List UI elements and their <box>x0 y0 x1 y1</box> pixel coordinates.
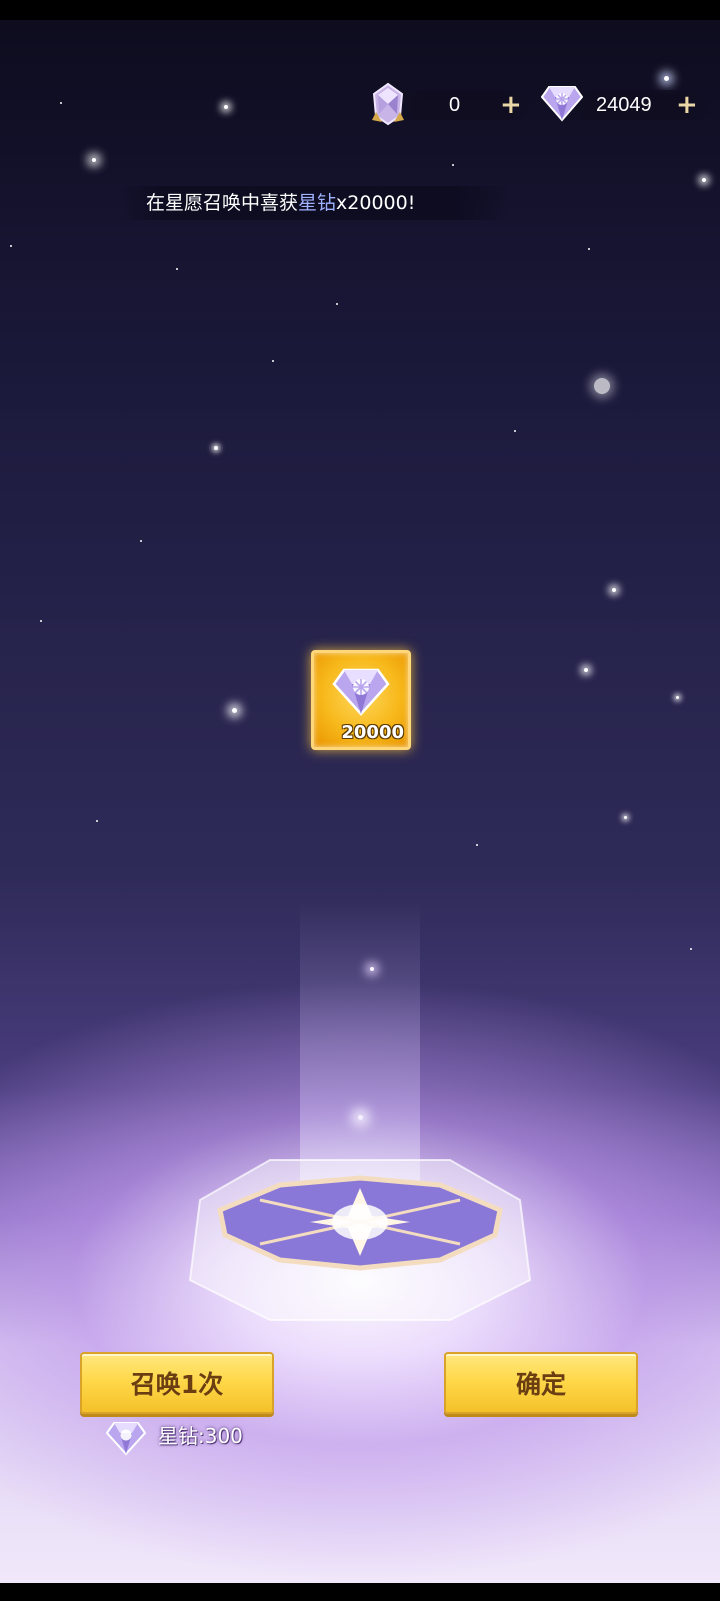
notice-suffix: x20000! <box>336 192 416 214</box>
summon-once-button[interactable]: 召唤1次 <box>80 1352 274 1414</box>
reward-notice-text: 在星愿召唤中喜获星钻x20000! <box>146 191 415 215</box>
star-diamond-icon <box>332 667 390 717</box>
reward-count: 20000 <box>341 722 404 743</box>
star-decoration <box>336 303 338 305</box>
crystal-count: 0 <box>449 94 461 116</box>
status-bar <box>0 0 720 20</box>
add-diamond-button[interactable]: + <box>676 92 698 118</box>
star-decoration <box>514 430 516 432</box>
star-decoration <box>690 948 692 950</box>
star-decoration <box>60 102 62 104</box>
star-decoration <box>584 668 588 672</box>
summon-result-screen: 0 + 24049 + 在星愿召唤中喜获星钻x20000! 20000 召唤1次… <box>0 0 720 1601</box>
star-decoration <box>624 816 627 819</box>
star-decoration <box>214 446 218 450</box>
star-decoration <box>232 708 237 713</box>
diamond-count: 24049 <box>596 94 652 116</box>
star-decoration <box>612 588 616 592</box>
star-decoration <box>476 844 478 846</box>
star-decoration <box>10 245 12 247</box>
star-decoration <box>588 248 590 250</box>
star-diamond-icon <box>105 1420 147 1456</box>
navigation-bar <box>0 1583 720 1601</box>
add-crystal-button[interactable]: + <box>500 92 522 118</box>
summon-platform <box>150 1140 570 1330</box>
star-decoration <box>594 378 610 394</box>
star-decoration <box>676 696 679 699</box>
star-decoration <box>272 360 274 362</box>
summon-cost: 星钻:300 <box>158 1424 243 1448</box>
star-decoration <box>452 164 454 166</box>
reward-item-card[interactable]: 20000 <box>311 650 411 750</box>
notice-prefix: 在星愿召唤中喜获 <box>146 192 299 214</box>
star-decoration <box>664 76 669 81</box>
star-decoration <box>224 105 228 109</box>
star-decoration <box>176 268 178 270</box>
star-decoration <box>140 540 142 542</box>
star-decoration <box>40 620 42 622</box>
star-diamond-icon <box>540 84 584 122</box>
crystal-icon <box>368 82 408 126</box>
notice-highlight: 星钻 <box>298 192 337 214</box>
star-decoration <box>96 820 98 822</box>
star-decoration <box>92 158 96 162</box>
star-decoration <box>702 178 706 182</box>
confirm-button[interactable]: 确定 <box>444 1352 638 1414</box>
